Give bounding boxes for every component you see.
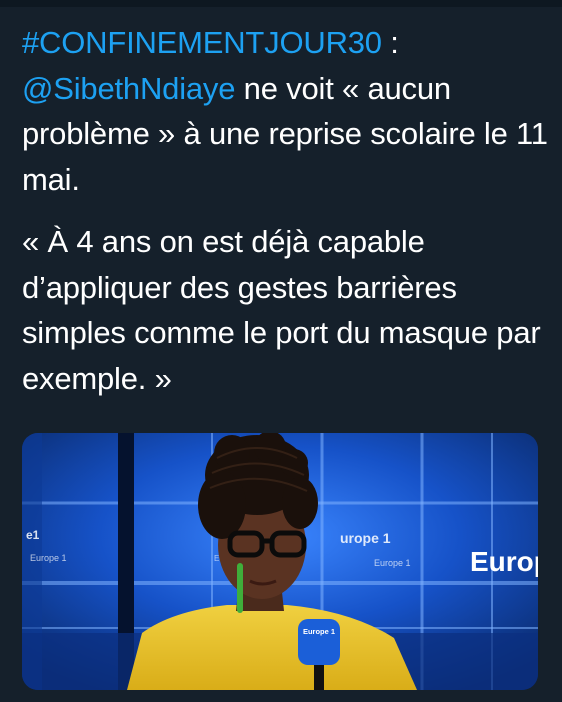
hashtag-link[interactable]: #CONFINEMENTJOUR30 — [22, 25, 382, 60]
top-divider — [0, 0, 562, 7]
studio-sign-4: Europe 1 — [374, 558, 411, 568]
tweet-quote: « À 4 ans on est déjà capable d’applique… — [22, 224, 541, 396]
mention-link[interactable]: @SibethNdiaye — [22, 71, 235, 106]
tweet-text: #CONFINEMENTJOUR30 : @SibethNdiaye ne voi… — [22, 20, 552, 401]
microphone-brand-text: Europe 1 — [303, 627, 335, 636]
studio-scene: e1 Europe 1 urope 1 Europe 1 Europe 1 Eu… — [22, 433, 538, 690]
person-earring — [237, 563, 243, 613]
hashtag-suffix: : — [381, 25, 399, 60]
studio-sign-2: Europe 1 — [30, 553, 67, 563]
tweet-paragraph-1: #CONFINEMENTJOUR30 : @SibethNdiaye ne voi… — [22, 20, 552, 202]
studio-sign-3: urope 1 — [340, 530, 391, 546]
background-brand-text: Europ — [470, 546, 538, 577]
studio-sign-1: e1 — [26, 528, 40, 542]
tweet-media-image[interactable]: e1 Europe 1 urope 1 Europe 1 Europe 1 Eu… — [22, 433, 538, 690]
